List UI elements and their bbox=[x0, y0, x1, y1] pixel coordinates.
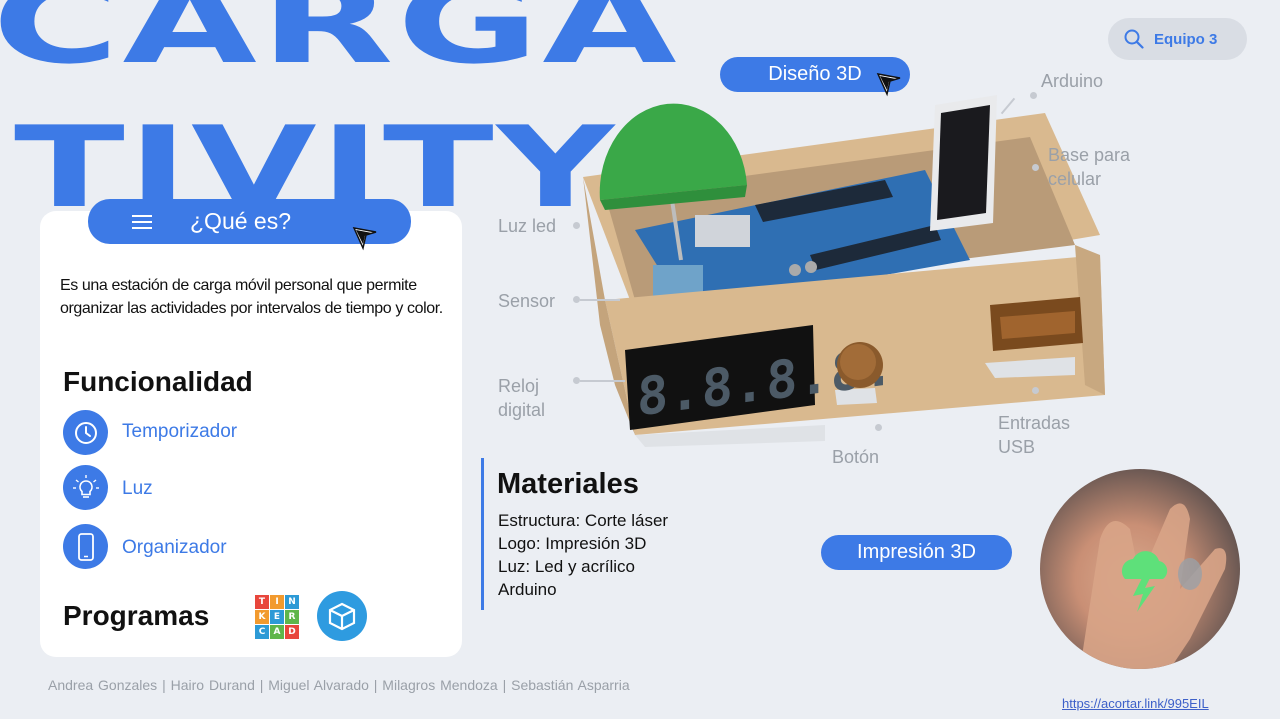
function-label-light: Luz bbox=[122, 478, 153, 499]
print-3d-pill: Impresión 3D bbox=[821, 535, 1012, 570]
materials-title: Materiales bbox=[497, 468, 639, 500]
material-item: Arduino bbox=[498, 580, 557, 599]
label-base-line2: celular bbox=[1048, 169, 1102, 189]
authors-footer: Andrea Gonzales | Hairo Durand | Miguel … bbox=[48, 677, 630, 693]
label-reloj-line1: Reloj bbox=[498, 376, 540, 396]
material-item: Luz: Led y acrílico bbox=[498, 557, 636, 576]
label-luz-led: Luz led bbox=[498, 216, 557, 236]
cursor-icon bbox=[352, 227, 377, 251]
material-item: Estructura: Corte láser bbox=[498, 511, 669, 530]
label-sensor: Sensor bbox=[498, 291, 556, 311]
description-text: Es una estación de carga móvil personal … bbox=[60, 277, 443, 317]
label-base-line1: Base para bbox=[1048, 145, 1131, 165]
clock-icon bbox=[63, 410, 108, 455]
materials-accent-bar bbox=[481, 458, 484, 610]
material-item: Logo: Impresión 3D bbox=[498, 534, 647, 553]
short-link[interactable]: https://acortar.link/995EIL bbox=[1062, 696, 1209, 711]
functionality-title: Funcionalidad bbox=[63, 366, 253, 397]
design-3d-label: Diseño 3D bbox=[768, 63, 862, 85]
lightbulb-icon bbox=[63, 465, 108, 510]
search-icon bbox=[1124, 29, 1144, 49]
print-3d-label: Impresión 3D bbox=[857, 541, 976, 563]
search-label: Equipo 3 bbox=[1154, 30, 1218, 48]
what-is-title: ¿Qué es? bbox=[190, 208, 291, 234]
search-button[interactable]: Equipo 3 bbox=[1108, 18, 1247, 60]
programs-title: Programas bbox=[63, 600, 210, 631]
title-line-1: CARGA bbox=[0, 0, 680, 89]
label-arduino: Arduino bbox=[1041, 71, 1104, 91]
tinkercad-logo: T I N K E R C A D bbox=[255, 595, 300, 639]
function-label-timer: Temporizador bbox=[122, 421, 238, 442]
label-usb-line2: USB bbox=[998, 437, 1036, 457]
function-label-organizer: Organizador bbox=[122, 537, 227, 558]
charging-station-model: 8.8.8.8. bbox=[583, 95, 1105, 447]
phone-icon bbox=[63, 524, 108, 569]
label-reloj-line2: digital bbox=[498, 400, 546, 420]
label-boton: Botón bbox=[832, 447, 880, 467]
printed-logo-photo bbox=[1040, 469, 1240, 669]
label-usb-line1: Entradas bbox=[998, 413, 1071, 433]
cube-app-icon bbox=[317, 591, 367, 641]
menu-icon[interactable] bbox=[132, 214, 152, 229]
